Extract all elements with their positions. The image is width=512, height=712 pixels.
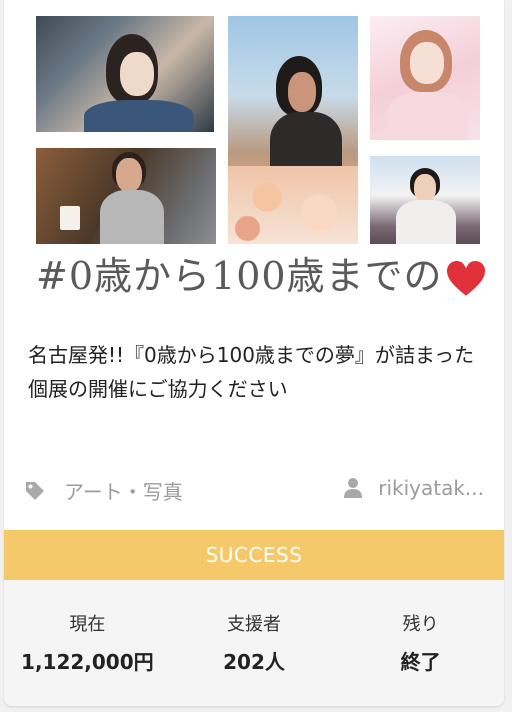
- stat-value: 1,122,000円: [21, 650, 154, 674]
- project-thumbnail[interactable]: #0歳から100歳までの: [4, 0, 504, 315]
- category-tag[interactable]: アート・写真: [24, 476, 183, 505]
- category-label: アート・写真: [64, 480, 183, 504]
- stat-label: 支援者: [227, 614, 281, 635]
- project-stats: 現在 1,122,000円 支援者 202人 残り 終了: [4, 580, 504, 706]
- stat-value: 終了: [400, 650, 441, 674]
- portrait-photo-woman-outdoor: [370, 156, 480, 244]
- portrait-photo-man-cafe: [36, 148, 216, 244]
- stat-current-amount: 現在 1,122,000円: [4, 580, 171, 706]
- heart-icon: [444, 258, 488, 299]
- author-info[interactable]: rikiyatak...: [344, 476, 484, 500]
- stat-label: 現在: [69, 614, 106, 635]
- stat-label: 残り: [402, 614, 439, 635]
- author-name: rikiyatak...: [378, 476, 484, 500]
- portrait-photo-man: [228, 16, 358, 244]
- status-badge: SUCCESS: [4, 530, 504, 580]
- stat-value: 202人: [223, 650, 285, 674]
- user-icon: [344, 478, 363, 498]
- stat-remaining: 残り 終了: [337, 580, 504, 706]
- tag-icon: [26, 481, 44, 500]
- thumbnail-caption: #0歳から100歳までの: [36, 254, 443, 298]
- project-card[interactable]: #0歳から100歳までの 名古屋発!!『0歳から100歳までの夢』が詰まった個展…: [4, 0, 504, 706]
- project-title[interactable]: 名古屋発!!『0歳から100歳までの夢』が詰まった個展の開催にご協力ください: [28, 338, 484, 406]
- portrait-photo-girl: [370, 16, 480, 140]
- stat-supporters: 支援者 202人: [171, 580, 338, 706]
- portrait-photo-woman: [36, 16, 214, 132]
- project-meta: アート・写真 rikiyatak...: [24, 472, 484, 514]
